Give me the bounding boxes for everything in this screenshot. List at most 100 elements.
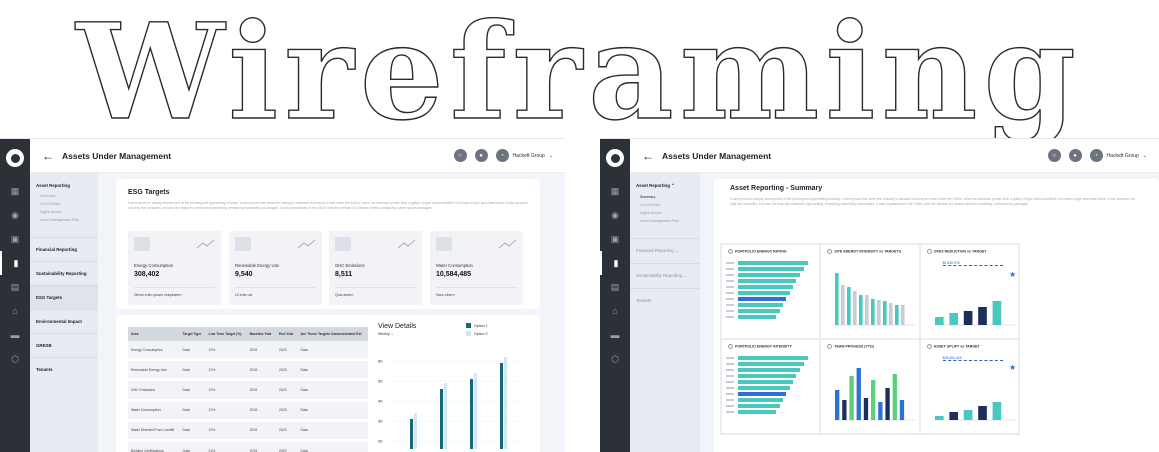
column xyxy=(853,291,857,325)
table-cell: 21% xyxy=(205,379,247,402)
kpi-card[interactable]: GHC Emissions 8,511 Quis autem xyxy=(329,231,422,305)
table-row[interactable]: Water Consumption Data 21% 2019 2023 Data xyxy=(128,400,368,422)
back-arrow-icon[interactable]: ← xyxy=(642,149,654,163)
kpi-card[interactable]: Energy Consumption 308,402 Nemo enim ips… xyxy=(128,231,221,305)
nav-asset-management-plan[interactable]: Asset Management Plan xyxy=(30,216,98,224)
nav-financial-reporting[interactable]: Financial Reporting ⌄ xyxy=(630,239,700,264)
period-dropdown[interactable]: Weekly ⌄ xyxy=(378,332,394,336)
truck-icon[interactable]: ▬ xyxy=(600,323,630,347)
view-details-title: View Details xyxy=(378,323,417,330)
target-star-icon: ★ xyxy=(1009,270,1016,279)
column xyxy=(871,299,875,325)
image-placeholder-icon xyxy=(335,237,351,251)
hbar xyxy=(738,261,808,265)
asset-uplift-chart[interactable]: ASSET UPLIFT vs TARGET $28,653,416 ★ xyxy=(920,340,1018,433)
nav-sustainability-reporting[interactable]: Sustainability Reporting xyxy=(30,262,98,286)
column-header[interactable]: Target Type xyxy=(179,327,206,341)
user-icon[interactable]: ◉ xyxy=(0,203,30,227)
user-icon[interactable]: ◉ xyxy=(600,203,630,227)
app-logo-icon[interactable] xyxy=(6,149,24,167)
column-header[interactable]: End Year xyxy=(276,327,298,341)
bar-option-2 xyxy=(414,413,417,449)
lock-icon[interactable]: ▣ xyxy=(600,227,630,251)
truck-icon[interactable]: ▬ xyxy=(0,323,30,347)
nav-digital-assets[interactable]: Digital Assets xyxy=(630,209,700,217)
table-cell: Data xyxy=(179,359,206,382)
nav-summary[interactable]: Summary xyxy=(630,193,700,201)
nav-tenants[interactable]: Tenants xyxy=(630,289,700,312)
chat-icon[interactable]: ○ xyxy=(453,149,467,162)
table-row[interactable]: Renewable Energy Use Data 21% 2019 2023 Data xyxy=(128,359,368,382)
table-cell: 21% xyxy=(205,440,247,452)
table-row[interactable]: GHC Emissions Data 21% 2019 2023 Data xyxy=(128,379,368,402)
bank-icon[interactable]: ⌂ xyxy=(600,299,630,323)
nav-our-portfolio[interactable]: Our Portfolio xyxy=(30,200,98,208)
nav-esg-targets[interactable]: ESG Targets xyxy=(30,286,98,310)
avatar[interactable]: ◔ xyxy=(495,149,509,162)
chevron-down-icon[interactable]: ⌄ xyxy=(1143,153,1147,159)
column xyxy=(934,416,944,420)
table-row[interactable]: Building Certifications Data 21% 2019 2023 Da… xyxy=(128,440,368,452)
portfolio-energy-rating-chart[interactable]: PORTFOLIO ENERGY RATING xyxy=(722,245,820,338)
lock-icon[interactable]: ▣ xyxy=(0,227,30,251)
shield-icon[interactable]: ⬡ xyxy=(600,347,630,371)
y-tick-label: 6K xyxy=(378,359,383,364)
target-star-icon: ★ xyxy=(1009,363,1016,372)
kpi-card[interactable]: Water Consumption 10,584,485 Nam Libero xyxy=(430,231,523,305)
nav-asset-management-plan[interactable]: Asset Management Plan xyxy=(630,217,700,225)
column-header[interactable]: Are These Targets Communicated Ext xyxy=(297,327,368,341)
shield-icon[interactable]: ⬡ xyxy=(0,347,30,371)
nav-gresb[interactable]: GRESB xyxy=(30,334,98,358)
hbar xyxy=(738,392,786,396)
column-header[interactable]: Baseline Year xyxy=(246,327,276,341)
opex-reduction-chart[interactable]: OPEX REDUCTION vs TARGET $2,840,976 ★ xyxy=(920,245,1018,338)
section-nav: Asset Reporting Summary Our Portfolio Di… xyxy=(30,173,98,452)
chevron-down-icon[interactable]: ⌄ xyxy=(549,153,553,159)
nav-digital-assets[interactable]: Digital Assets xyxy=(30,208,98,216)
kpi-card[interactable]: Renewable Energy Use 9,540 Ut enim ad xyxy=(229,231,322,305)
account-switcher[interactable]: Hackett Group xyxy=(513,153,545,159)
back-arrow-icon[interactable]: ← xyxy=(42,149,54,163)
bell-icon[interactable]: ● xyxy=(474,149,488,162)
nav-asset-reporting[interactable]: Asset Reporting xyxy=(30,179,98,192)
site-energy-intensity-chart[interactable]: SITE ENERGY INTENSITY vs TARGETS xyxy=(821,245,919,338)
table-row[interactable]: Energy Consumption Data 21% 2019 2023 Data xyxy=(128,341,368,362)
bank-icon[interactable]: ⌂ xyxy=(0,299,30,323)
app-logo-icon[interactable] xyxy=(606,149,624,167)
kpi-footnote: Nam Libero xyxy=(436,293,455,297)
left-screen: ▦ ◉ ▣ ▮ ▤ ⌂ ▬ ⬡ ← Assets Under Managemen… xyxy=(0,138,565,452)
top-bar: ← Assets Under Management ○ ● ◔ Hackett … xyxy=(30,139,565,173)
star-icon xyxy=(728,249,733,254)
nav-environmental-impact[interactable]: Environmental Impact xyxy=(30,310,98,334)
portfolio-energy-intensity-chart[interactable]: PORTFOLIO ENERGY INTENSITY xyxy=(722,340,820,433)
account-switcher[interactable]: Hackett Group xyxy=(1107,153,1139,159)
team-progress-chart[interactable]: TEAM PROGESS (YTD) xyxy=(821,340,919,433)
page-title: Assets Under Management xyxy=(62,150,172,161)
nav-our-portfolio[interactable]: Our Portfolio xyxy=(630,201,700,209)
nav-tenants[interactable]: Tenants xyxy=(30,358,98,381)
column-header[interactable]: Area xyxy=(128,327,180,341)
right-screen: ▦ ◉ ▣ ▮ ▤ ⌂ ▬ ⬡ ← Assets Under Managemen… xyxy=(600,138,1159,452)
nav-summary[interactable]: Summary xyxy=(30,192,98,200)
nav-asset-reporting[interactable]: Asset Reporting ⌃ xyxy=(630,179,700,193)
document-icon[interactable]: ▤ xyxy=(600,275,630,299)
dashboard-icon[interactable]: ▦ xyxy=(0,179,30,203)
hbar xyxy=(738,309,780,313)
table-row[interactable]: Water Diverted From Landfill Data 21% 2019 2… xyxy=(128,420,368,442)
hbar xyxy=(738,362,804,366)
legend-item: Option 1 xyxy=(466,323,488,328)
chart-icon[interactable]: ▮ xyxy=(600,251,630,275)
dashboard-icon[interactable]: ▦ xyxy=(600,179,630,203)
chart-icon[interactable]: ▮ xyxy=(0,251,30,275)
hbar-label-placeholder xyxy=(726,375,734,377)
chat-icon[interactable]: ○ xyxy=(1047,149,1061,162)
column-header[interactable]: Low Term Target (%) xyxy=(205,327,247,341)
bell-icon[interactable]: ● xyxy=(1068,149,1082,162)
nav-financial-reporting[interactable]: Financial Reporting xyxy=(30,238,98,262)
legend-item: Option 2 xyxy=(466,331,488,336)
column xyxy=(841,285,845,325)
avatar[interactable]: ◔ xyxy=(1089,149,1103,162)
document-icon[interactable]: ▤ xyxy=(0,275,30,299)
icon-rail: ▦ ◉ ▣ ▮ ▤ ⌂ ▬ ⬡ xyxy=(600,139,630,452)
nav-sustainability-reporting[interactable]: Sustainability Reporting ⌄ xyxy=(630,264,700,289)
